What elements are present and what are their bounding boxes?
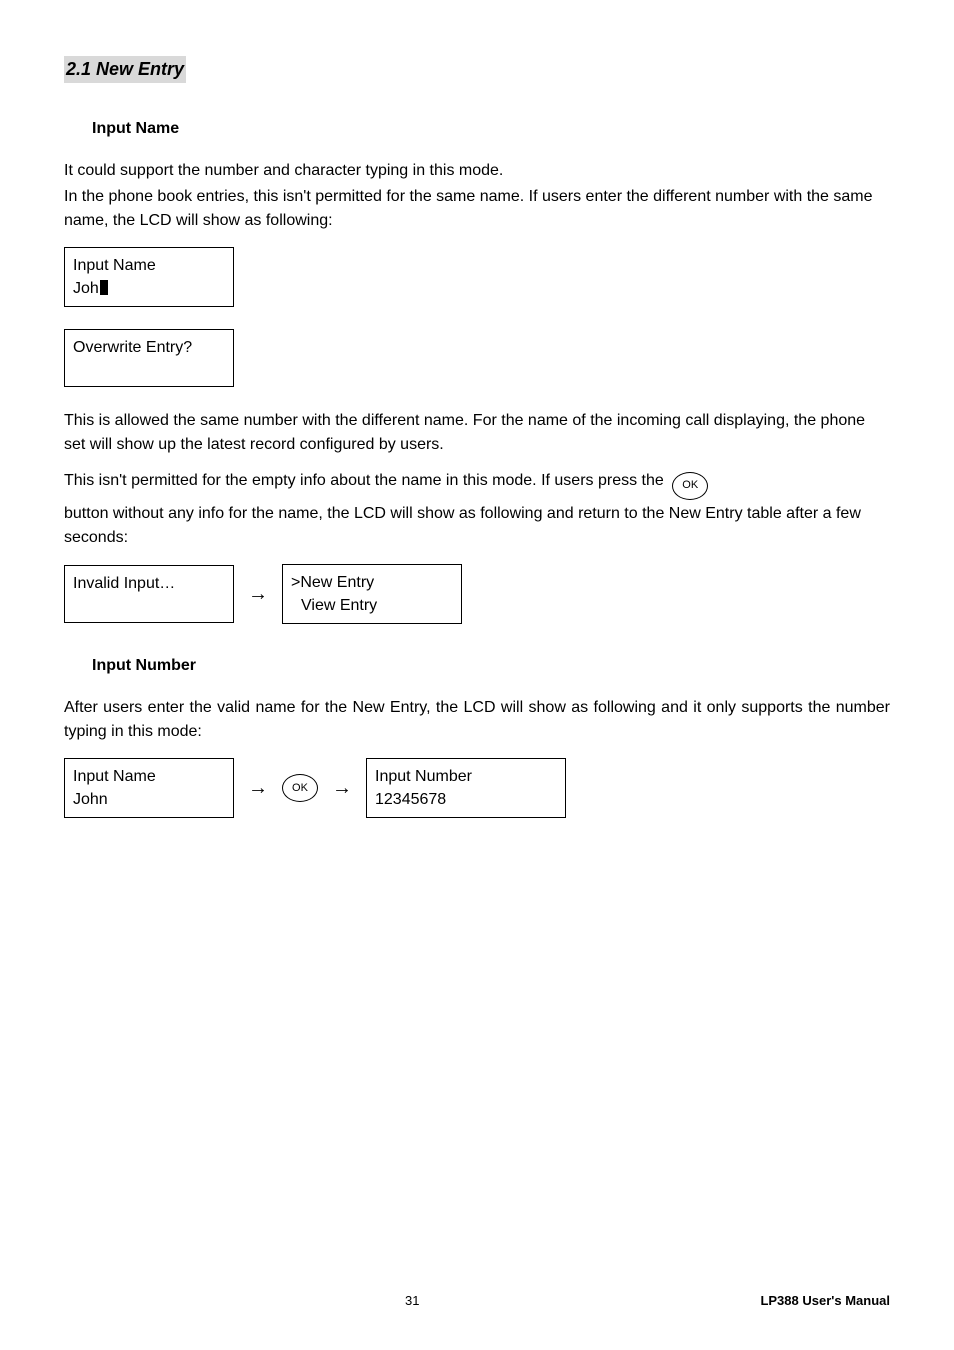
arrow-icon: →	[248, 778, 268, 798]
input-name-para4: This isn't permitted for the empty info …	[64, 469, 890, 499]
arrow-icon: →	[332, 778, 352, 798]
input-name-para5: button without any info for the name, th…	[64, 502, 890, 550]
lcd-input-name-john-value: John	[73, 788, 225, 811]
lcd-menu-view-entry: View Entry	[291, 594, 453, 617]
lcd-menu-box: >New Entry View Entry	[282, 564, 462, 624]
input-name-para4-text: This isn't permitted for the empty info …	[64, 472, 664, 489]
lcd-overwrite-box: Overwrite Entry?	[64, 329, 234, 387]
input-name-para2: In the phone book entries, this isn't pe…	[64, 185, 890, 233]
input-number-flow: Input Name John → OK → Input Number 1234…	[64, 758, 890, 818]
input-number-para1: After users enter the valid name for the…	[64, 696, 890, 744]
lcd-overwrite-text: Overwrite Entry?	[73, 339, 192, 356]
input-name-para3: This is allowed the same number with the…	[64, 409, 890, 457]
invalid-input-flow: Invalid Input… → >New Entry View Entry	[64, 564, 890, 624]
lcd-input-name-box: Input Name Joh	[64, 247, 234, 307]
page-footer: 31 LP388 User's Manual	[64, 1291, 890, 1311]
lcd-menu-new-entry: >New Entry	[291, 574, 374, 591]
ok-button-icon[interactable]: OK	[672, 472, 708, 500]
section-heading: 2.1 New Entry	[64, 56, 186, 83]
lcd-input-name-john-box: Input Name John	[64, 758, 234, 818]
ok-button[interactable]: OK	[282, 774, 318, 802]
text-cursor-icon	[100, 280, 108, 295]
manual-title: LP388 User's Manual	[760, 1291, 890, 1311]
arrow-icon: →	[248, 584, 268, 604]
lcd-input-number-label: Input Number	[375, 768, 472, 785]
lcd-input-name-value: Joh	[73, 280, 99, 297]
lcd-input-number-value: 12345678	[375, 788, 557, 811]
input-number-heading: Input Number	[92, 654, 890, 678]
page-number: 31	[405, 1291, 419, 1311]
input-name-para1: It could support the number and characte…	[64, 159, 890, 183]
input-name-heading: Input Name	[92, 117, 890, 141]
lcd-invalid-input-text: Invalid Input…	[73, 575, 175, 592]
lcd-invalid-input-box: Invalid Input…	[64, 565, 234, 623]
lcd-input-number-box: Input Number 12345678	[366, 758, 566, 818]
lcd-input-name-label: Input Name	[73, 257, 156, 274]
lcd-input-name-john-label: Input Name	[73, 768, 156, 785]
